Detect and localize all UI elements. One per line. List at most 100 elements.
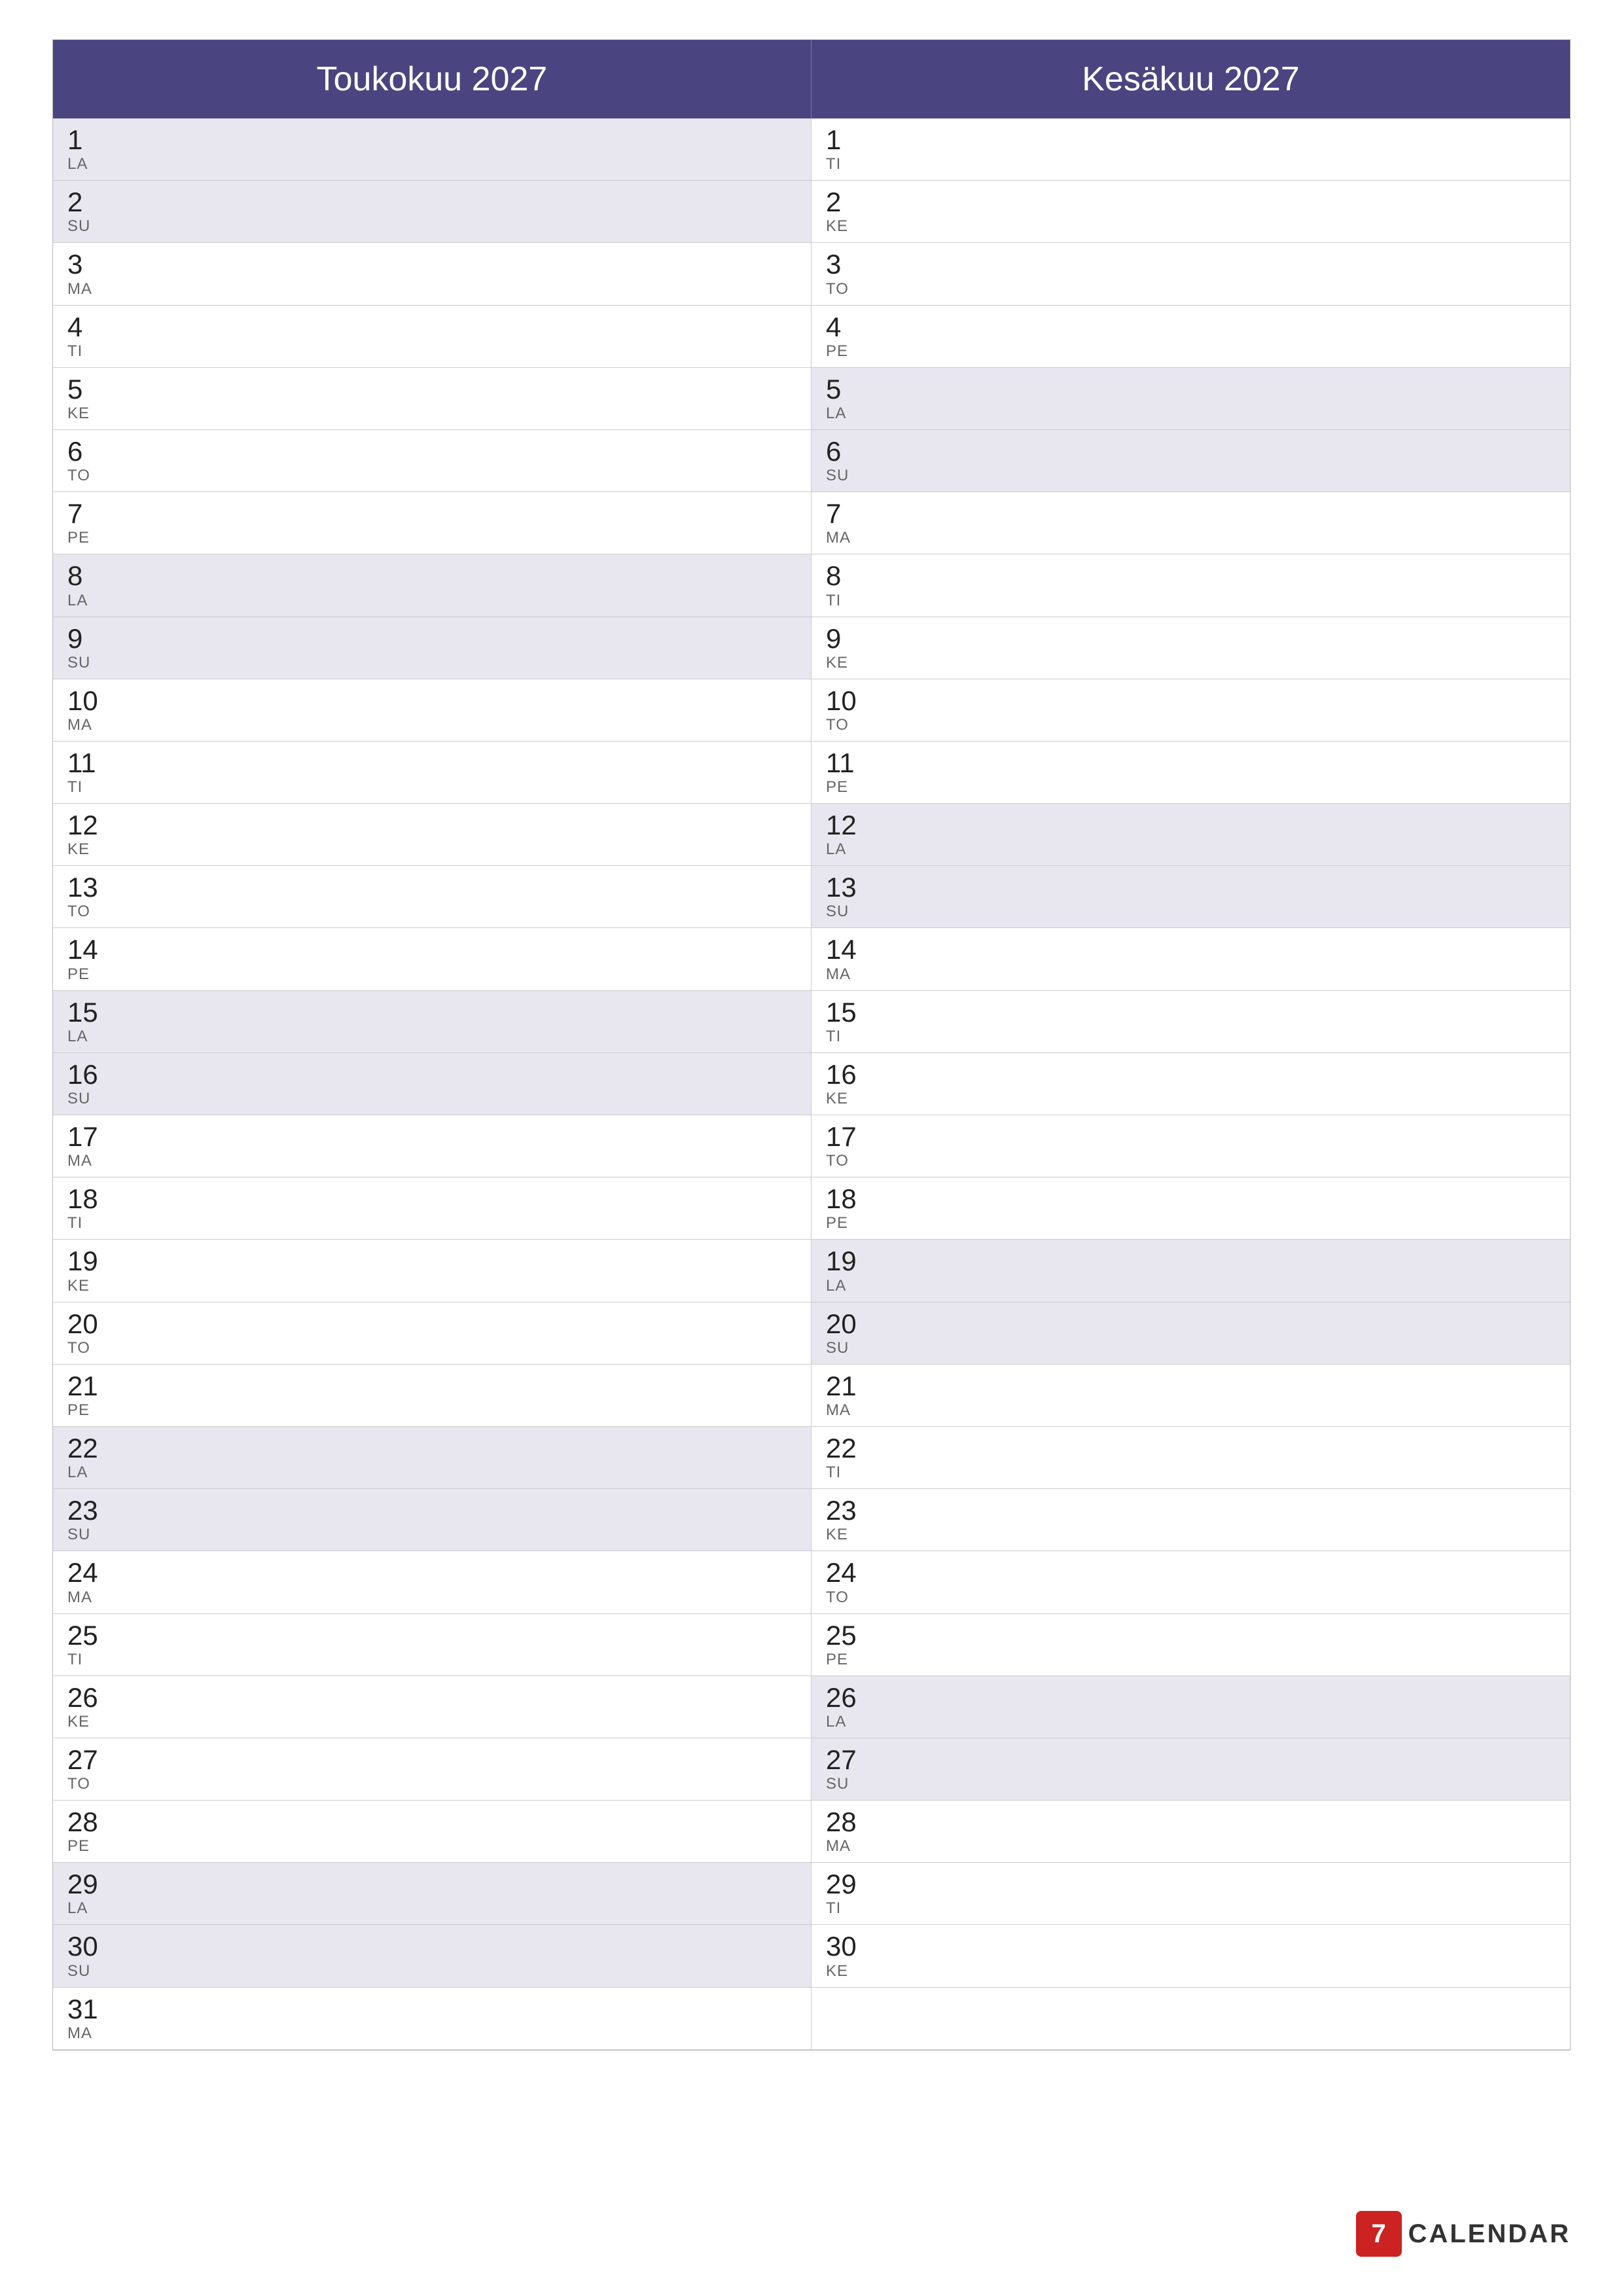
day-cell-left: 16SU	[53, 1053, 812, 1115]
brand-name: CALENDAR	[1408, 2219, 1571, 2249]
day-abbr: SU	[67, 1526, 796, 1544]
day-cell-left: 17MA	[53, 1115, 812, 1177]
day-number: 28	[67, 1807, 796, 1837]
day-number: 12	[67, 810, 796, 840]
day-row: 1LA1TI	[53, 118, 1570, 181]
day-cell-left: 20TO	[53, 1302, 812, 1364]
day-cell-left: 28PE	[53, 1801, 812, 1862]
day-cell-right: 6SU	[812, 430, 1570, 492]
day-abbr: TI	[826, 592, 1556, 610]
day-abbr: KE	[67, 404, 796, 423]
day-cell-right: 16KE	[812, 1053, 1570, 1115]
day-cell-left: 30SU	[53, 1925, 812, 1986]
day-cell-left: 7PE	[53, 492, 812, 554]
day-cell-right: 19LA	[812, 1240, 1570, 1301]
day-abbr: MA	[826, 1837, 1556, 1856]
day-row: 6TO6SU	[53, 430, 1570, 492]
day-abbr: MA	[67, 280, 796, 298]
day-row: 18TI18PE	[53, 1177, 1570, 1240]
day-abbr: TO	[67, 1775, 796, 1793]
day-cell-left: 29LA	[53, 1863, 812, 1924]
day-number: 2	[826, 187, 1556, 217]
day-abbr: TI	[67, 342, 796, 361]
day-abbr: TI	[826, 1028, 1556, 1046]
day-cell-left: 25TI	[53, 1614, 812, 1676]
day-cell-left: 21PE	[53, 1365, 812, 1426]
day-cell-right: 12LA	[812, 804, 1570, 865]
day-number: 21	[826, 1371, 1556, 1401]
day-cell-left: 22LA	[53, 1427, 812, 1488]
day-cell-right: 30KE	[812, 1925, 1570, 1986]
day-abbr: PE	[67, 1837, 796, 1856]
day-number: 8	[67, 561, 796, 591]
day-number: 4	[826, 312, 1556, 342]
day-cell-left: 1LA	[53, 118, 812, 180]
day-row: 19KE19LA	[53, 1240, 1570, 1302]
day-number: 22	[67, 1433, 796, 1463]
day-number: 28	[826, 1807, 1556, 1837]
day-number: 8	[826, 561, 1556, 591]
day-abbr: TI	[67, 778, 796, 797]
day-row: 28PE28MA	[53, 1801, 1570, 1863]
day-abbr: SU	[67, 654, 796, 672]
day-abbr: SU	[826, 467, 1556, 485]
day-number: 31	[67, 1994, 796, 2024]
day-abbr: TI	[67, 1214, 796, 1232]
day-number: 15	[826, 997, 1556, 1028]
day-abbr: PE	[826, 342, 1556, 361]
day-abbr: MA	[826, 1401, 1556, 1420]
day-row: 23SU23KE	[53, 1489, 1570, 1551]
day-number: 7	[67, 499, 796, 529]
day-cell-right: 8TI	[812, 554, 1570, 616]
day-abbr: TI	[826, 155, 1556, 173]
day-number: 16	[826, 1060, 1556, 1090]
day-cell-left: 19KE	[53, 1240, 812, 1301]
day-cell-left: 6TO	[53, 430, 812, 492]
day-number: 25	[67, 1621, 796, 1651]
day-abbr: LA	[67, 592, 796, 610]
day-row: 8LA8TI	[53, 554, 1570, 617]
day-cell-left: 31MA	[53, 1988, 812, 2049]
day-abbr: TO	[826, 280, 1556, 298]
day-abbr: LA	[826, 1713, 1556, 1731]
day-abbr: SU	[826, 1339, 1556, 1357]
day-abbr: SU	[826, 903, 1556, 921]
day-number: 30	[67, 1931, 796, 1962]
day-abbr: PE	[67, 529, 796, 547]
day-number: 10	[826, 686, 1556, 716]
day-cell-right: 24TO	[812, 1551, 1570, 1613]
day-number: 5	[67, 374, 796, 404]
day-row: 27 TO 27SU	[53, 1738, 1570, 1801]
day-number: 10	[67, 686, 796, 716]
day-cell-right: 2KE	[812, 181, 1570, 242]
day-abbr: TO	[67, 467, 796, 485]
day-cell-right: 26LA	[812, 1676, 1570, 1738]
day-cell-right: 20SU	[812, 1302, 1570, 1364]
day-abbr: TI	[826, 1463, 1556, 1482]
day-row: 5KE5LA	[53, 368, 1570, 430]
day-number: 6	[826, 437, 1556, 467]
day-cell-left: 9SU	[53, 617, 812, 679]
day-number: 23	[826, 1496, 1556, 1526]
day-cell-left: 26KE	[53, 1676, 812, 1738]
day-number: 14	[826, 935, 1556, 965]
day-cell-right: 4PE	[812, 306, 1570, 367]
day-row: 24MA24TO	[53, 1551, 1570, 1613]
day-abbr: MA	[67, 1588, 796, 1607]
day-cell-right: 29TI	[812, 1863, 1570, 1924]
day-cell-right: 27SU	[812, 1738, 1570, 1800]
day-number: 3	[826, 249, 1556, 279]
day-abbr: KE	[826, 1090, 1556, 1108]
day-abbr: PE	[67, 1401, 796, 1420]
day-number: 27	[826, 1745, 1556, 1775]
day-abbr: KE	[67, 840, 796, 859]
day-cell-right: 21MA	[812, 1365, 1570, 1426]
day-number: 17	[826, 1122, 1556, 1152]
day-number: 9	[67, 624, 796, 654]
day-cell-right: 11PE	[812, 742, 1570, 803]
day-abbr: TO	[826, 1152, 1556, 1170]
day-number: 17	[67, 1122, 796, 1152]
day-row: 29LA29TI	[53, 1863, 1570, 1925]
month-headers: Toukokuu 2027 Kesäkuu 2027	[53, 40, 1570, 118]
day-number: 26	[67, 1683, 796, 1713]
